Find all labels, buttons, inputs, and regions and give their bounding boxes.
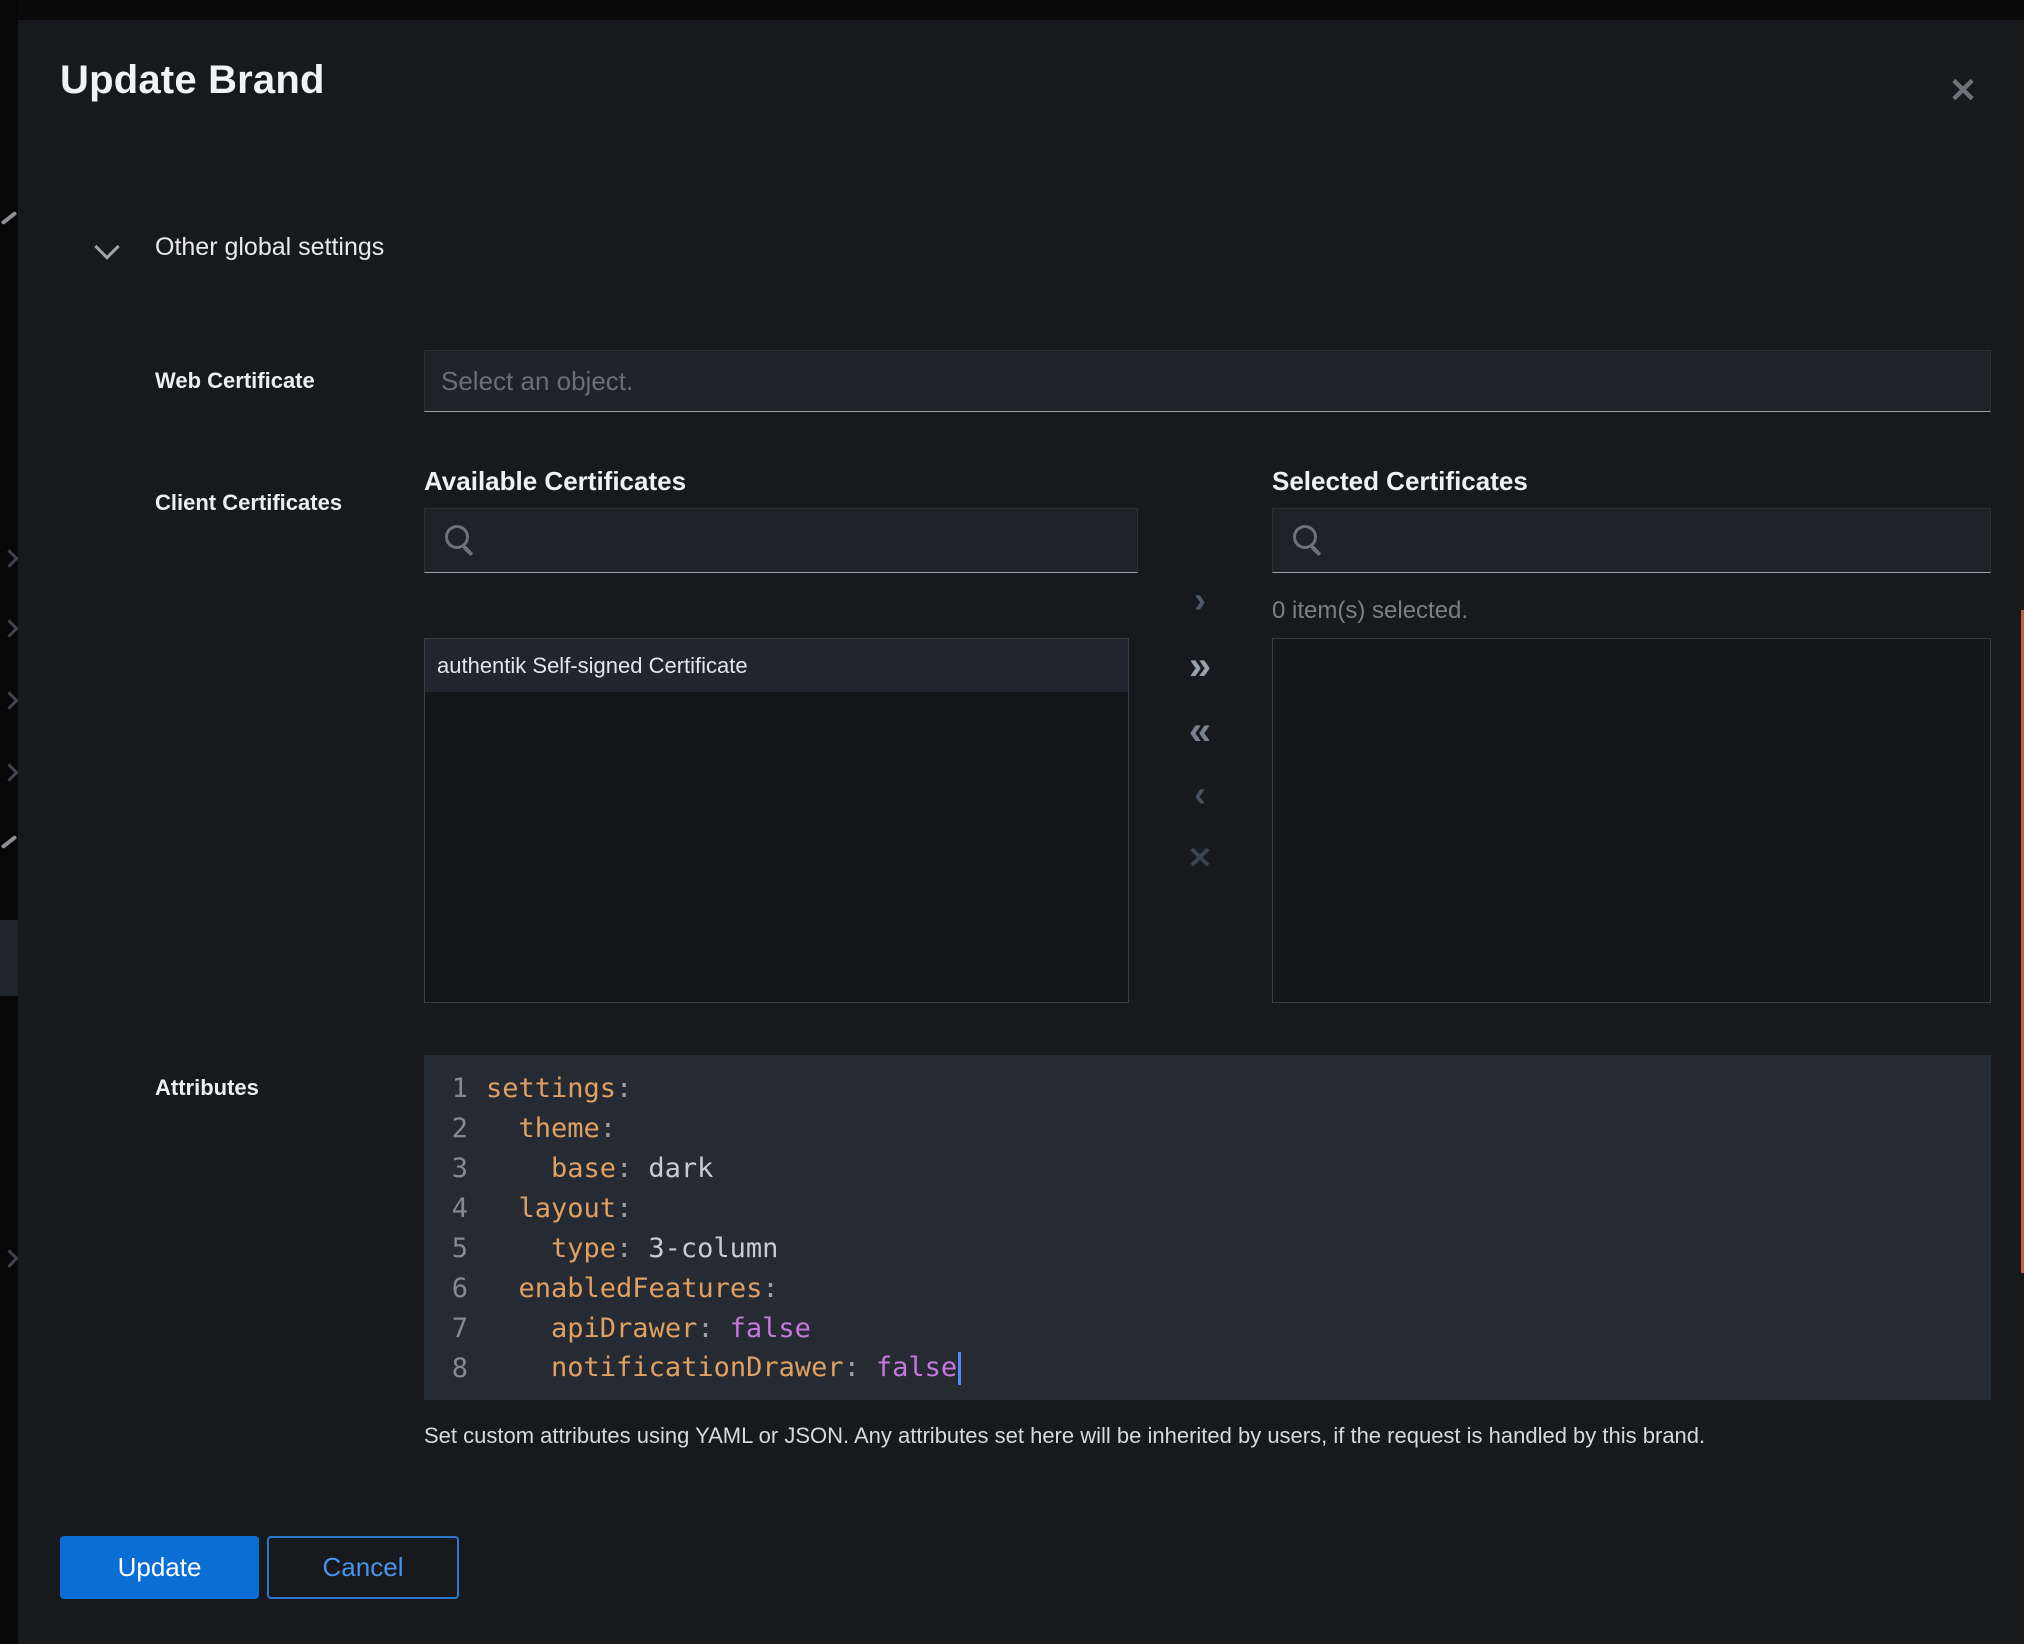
chevron-right-icon (0, 1249, 18, 1267)
screen: Update Brand ✕ Other global settings Web… (0, 0, 2024, 1644)
code-line[interactable]: 4 layout: (424, 1188, 1991, 1228)
close-icon[interactable]: ✕ (1938, 66, 1988, 116)
selected-certificates-list[interactable] (1272, 638, 1991, 1003)
move-all-left-button[interactable]: « (1176, 707, 1224, 755)
client-certificates-label: Client Certificates (155, 490, 342, 516)
attributes-code-editor[interactable]: 1 settings: 2 theme: 3 base:dark 4 layou… (424, 1055, 1991, 1400)
selected-search-box (1272, 508, 1991, 573)
available-certificates-list[interactable]: authentik Self-signed Certificate (424, 638, 1129, 1003)
search-icon (1293, 525, 1317, 549)
code-line[interactable]: 6 enabledFeatures: (424, 1268, 1991, 1308)
sidebar-backdrop (0, 0, 18, 1644)
line-number: 5 (436, 1233, 468, 1264)
chevron-right-icon (0, 619, 18, 637)
clear-selection-icon[interactable]: ✕ (1176, 835, 1224, 883)
chevron-right-icon (0, 549, 18, 567)
code-line[interactable]: 8 notificationDrawer:false (424, 1348, 1991, 1388)
chevron-right-icon (0, 691, 18, 709)
chevron-right-icon (0, 763, 18, 781)
available-search-input[interactable] (481, 509, 1137, 574)
line-number: 1 (436, 1073, 468, 1104)
web-certificate-label: Web Certificate (155, 368, 315, 394)
cancel-button[interactable]: Cancel (267, 1536, 459, 1599)
move-selected-right-button[interactable]: › (1176, 576, 1224, 624)
update-button[interactable]: Update (60, 1536, 259, 1599)
code-line[interactable]: 1 settings: (424, 1068, 1991, 1108)
code-line[interactable]: 2 theme: (424, 1108, 1991, 1148)
available-search-box (424, 508, 1138, 573)
code-line[interactable]: 5 type:3-column (424, 1228, 1991, 1268)
selected-count-status: 0 item(s) selected. (1272, 598, 1468, 624)
move-selected-left-button[interactable]: ‹ (1176, 770, 1224, 818)
sidebar-selected-item (0, 920, 18, 996)
line-number: 2 (436, 1113, 468, 1144)
available-certificates-heading: Available Certificates (424, 466, 686, 497)
sidebar-partial-icon (1, 835, 18, 849)
selected-search-input[interactable] (1329, 509, 1990, 574)
update-brand-modal: Update Brand ✕ Other global settings Web… (18, 20, 2024, 1644)
code-line[interactable]: 3 base:dark (424, 1148, 1991, 1188)
line-number: 4 (436, 1193, 468, 1224)
code-line[interactable]: 7 apiDrawer:false (424, 1308, 1991, 1348)
attributes-help-text: Set custom attributes using YAML or JSON… (424, 1422, 1984, 1450)
sidebar-partial-icon (1, 211, 18, 225)
move-all-right-button[interactable]: » (1176, 642, 1224, 690)
text-cursor (958, 1352, 961, 1385)
line-number: 7 (436, 1313, 468, 1344)
line-number: 3 (436, 1153, 468, 1184)
line-number: 8 (436, 1353, 468, 1384)
web-certificate-input[interactable] (424, 350, 1991, 412)
selected-certificates-heading: Selected Certificates (1272, 466, 1528, 497)
list-item[interactable]: authentik Self-signed Certificate (425, 639, 1128, 692)
chevron-down-icon (94, 234, 119, 259)
modal-title: Update Brand (60, 58, 325, 103)
section-toggle-label: Other global settings (155, 232, 384, 262)
search-icon (445, 525, 469, 549)
line-number: 6 (436, 1273, 468, 1304)
attributes-label: Attributes (155, 1075, 259, 1101)
